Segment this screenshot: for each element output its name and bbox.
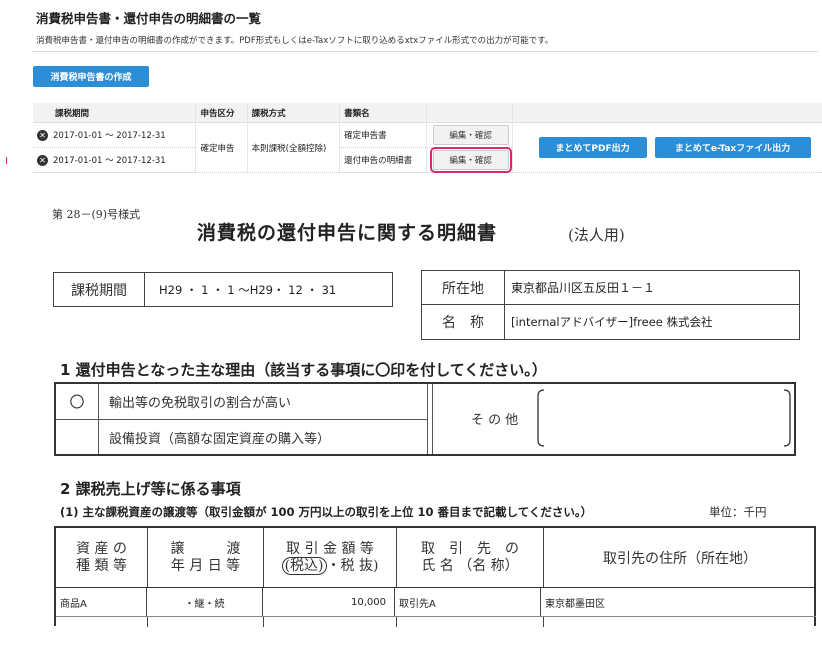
row-partner-address: 東京都墨田区 bbox=[545, 598, 605, 610]
edit-confirm-button[interactable]: 編集・確認 bbox=[432, 125, 509, 145]
col-amount-line2: ・税 抜) bbox=[326, 557, 379, 574]
col-asset-type-line2: 種 類 等 bbox=[76, 557, 127, 574]
period-cell: ✕ 2017-01-01 〜 2017-12-31 bbox=[33, 147, 197, 173]
reason-box: 〇 輸出等の免税取引の割合が高い 設備投資（高額な固定資産の購入等） そ の 他 bbox=[54, 382, 796, 456]
page-description: 消費税申告書・還付申告の明細書の作成ができます。PDF形式もしくはe-Taxソフ… bbox=[36, 36, 554, 46]
row-amount: 10,000 bbox=[263, 588, 395, 616]
table-row: ✕ 2017-01-01 〜 2017-12-31 確定申告 本則課税(全額控除… bbox=[33, 122, 822, 173]
name-label: 名 称 bbox=[422, 305, 505, 339]
export-etax-button[interactable]: まとめてe-Taxファイル出力 bbox=[654, 137, 811, 158]
delete-icon[interactable]: ✕ bbox=[37, 129, 48, 141]
address-value: 東京都品川区五反田１－１ bbox=[511, 281, 656, 295]
col-header-actions bbox=[426, 103, 513, 123]
tax-method-cell: 本則課税(全額控除) bbox=[247, 122, 341, 173]
row-asset: 商品A bbox=[56, 588, 147, 616]
row-marker bbox=[6, 157, 7, 164]
col-header-filing-type: 申告区分 bbox=[195, 103, 248, 123]
col-transfer-date-line2: 年 月 日 等 bbox=[170, 557, 241, 574]
unit-label: 単位：千円 bbox=[709, 505, 767, 519]
reason-other-bracket bbox=[536, 388, 792, 448]
filing-type-cell: 確定申告 bbox=[195, 122, 248, 173]
col-header-doc-name: 書類名 bbox=[339, 103, 427, 123]
form-title-suffix: (法人用) bbox=[568, 226, 625, 244]
action-cell: 編集・確認 bbox=[426, 122, 513, 148]
page-title: 消費税申告書・還付申告の明細書の一覧 bbox=[36, 11, 262, 26]
transactions-header-row: 資 産 の 種 類 等 譲 渡 年 月 日 等 取 引 金 額 等 (税込) ・税… bbox=[56, 528, 816, 588]
company-box: 所在地 東京都品川区五反田１－１ 名 称 [internalアドバイザー]fre… bbox=[421, 270, 800, 340]
address-label: 所在地 bbox=[422, 271, 505, 304]
col-partner-line2: 氏 名 （名 称） bbox=[421, 557, 519, 574]
action-cell: 編集・確認 bbox=[426, 147, 513, 173]
col-header-period: 課税期間 bbox=[33, 103, 197, 123]
reason-divider bbox=[427, 384, 433, 454]
edit-confirm-button-highlighted[interactable]: 編集・確認 bbox=[429, 147, 512, 173]
doc-name-cell: 確定申告書 bbox=[339, 122, 427, 148]
name-value: [internalアドバイザー]freee 株式会社 bbox=[511, 315, 713, 329]
form-title: 消費税の還付申告に関する明細書 bbox=[197, 222, 498, 244]
col-header-tax-method: 課税方式 bbox=[247, 103, 341, 123]
section-1-title: 1 還付申告となった主な理由（該当する事項に〇印を付してください。） bbox=[60, 361, 547, 379]
col-asset-type-line1: 資 産 の bbox=[76, 540, 127, 557]
create-consumption-tax-return-button[interactable]: 消費税申告書の作成 bbox=[33, 66, 149, 87]
reason-row-1: 〇 輸出等の免税取引の割合が高い bbox=[56, 384, 427, 420]
col-partner-address: 取引先の住所（所在地） bbox=[603, 550, 757, 567]
section-2-title: 2 課税売上げ等に係る事項 bbox=[60, 480, 241, 498]
period-text: 2017-01-01 〜 2017-12-31 bbox=[53, 156, 166, 166]
col-header-export bbox=[512, 103, 822, 123]
header-divider bbox=[32, 51, 818, 52]
table-row: 商品A ・継・続 10,000 取引先A 東京都墨田区 bbox=[56, 588, 816, 617]
col-amount-line1: 取 引 金 額 等 bbox=[286, 540, 374, 557]
delete-icon[interactable]: ✕ bbox=[37, 154, 48, 166]
row-date: ・継・続 bbox=[147, 588, 263, 616]
col-transfer-date-line1: 譲 渡 bbox=[170, 540, 241, 557]
tax-included-circle: (税込) bbox=[281, 556, 327, 575]
returns-table: 課税期間 申告区分 課税方式 書類名 ✕ 2017-01-01 〜 2017-1… bbox=[33, 103, 822, 173]
section-2-subtitle: (1) 主な課税資産の譲渡等（取引金額が 100 万円以上の取引を上位 10 番… bbox=[60, 505, 593, 519]
reason-row-2: 設備投資（高額な固定資産の購入等） bbox=[56, 420, 427, 454]
reason-other-label: そ の 他 bbox=[471, 413, 519, 428]
row-partner: 取引先A bbox=[395, 588, 541, 616]
transactions-table: 資 産 の 種 類 等 譲 渡 年 月 日 等 取 引 金 額 等 (税込) ・税… bbox=[54, 526, 816, 627]
col-partner-line1: 取 引 先 の bbox=[421, 540, 519, 557]
reason-export-text: 輸出等の免税取引の割合が高い bbox=[109, 396, 292, 411]
period-cell: ✕ 2017-01-01 〜 2017-12-31 bbox=[33, 122, 197, 148]
period-text: 2017-01-01 〜 2017-12-31 bbox=[53, 131, 166, 141]
form-code: 第 28－(9)号様式 bbox=[52, 208, 141, 221]
reason-circle-mark: 〇 bbox=[56, 384, 99, 419]
export-pdf-button[interactable]: まとめてPDF出力 bbox=[538, 137, 647, 158]
table-header-row: 課税期間 申告区分 課税方式 書類名 bbox=[33, 103, 822, 123]
reason-capex-text: 設備投資（高額な固定資産の購入等） bbox=[109, 431, 331, 447]
export-cell: まとめてPDF出力 まとめてe-Taxファイル出力 bbox=[512, 122, 822, 173]
doc-name-cell: 還付申告の明細書 bbox=[339, 147, 427, 173]
period-box: 課税期間 H29 ・ 1 ・ 1 〜H29・ 12 ・ 31 bbox=[53, 272, 393, 307]
period-label: 課税期間 bbox=[54, 273, 145, 306]
period-value: H29 ・ 1 ・ 1 〜H29・ 12 ・ 31 bbox=[159, 282, 337, 297]
